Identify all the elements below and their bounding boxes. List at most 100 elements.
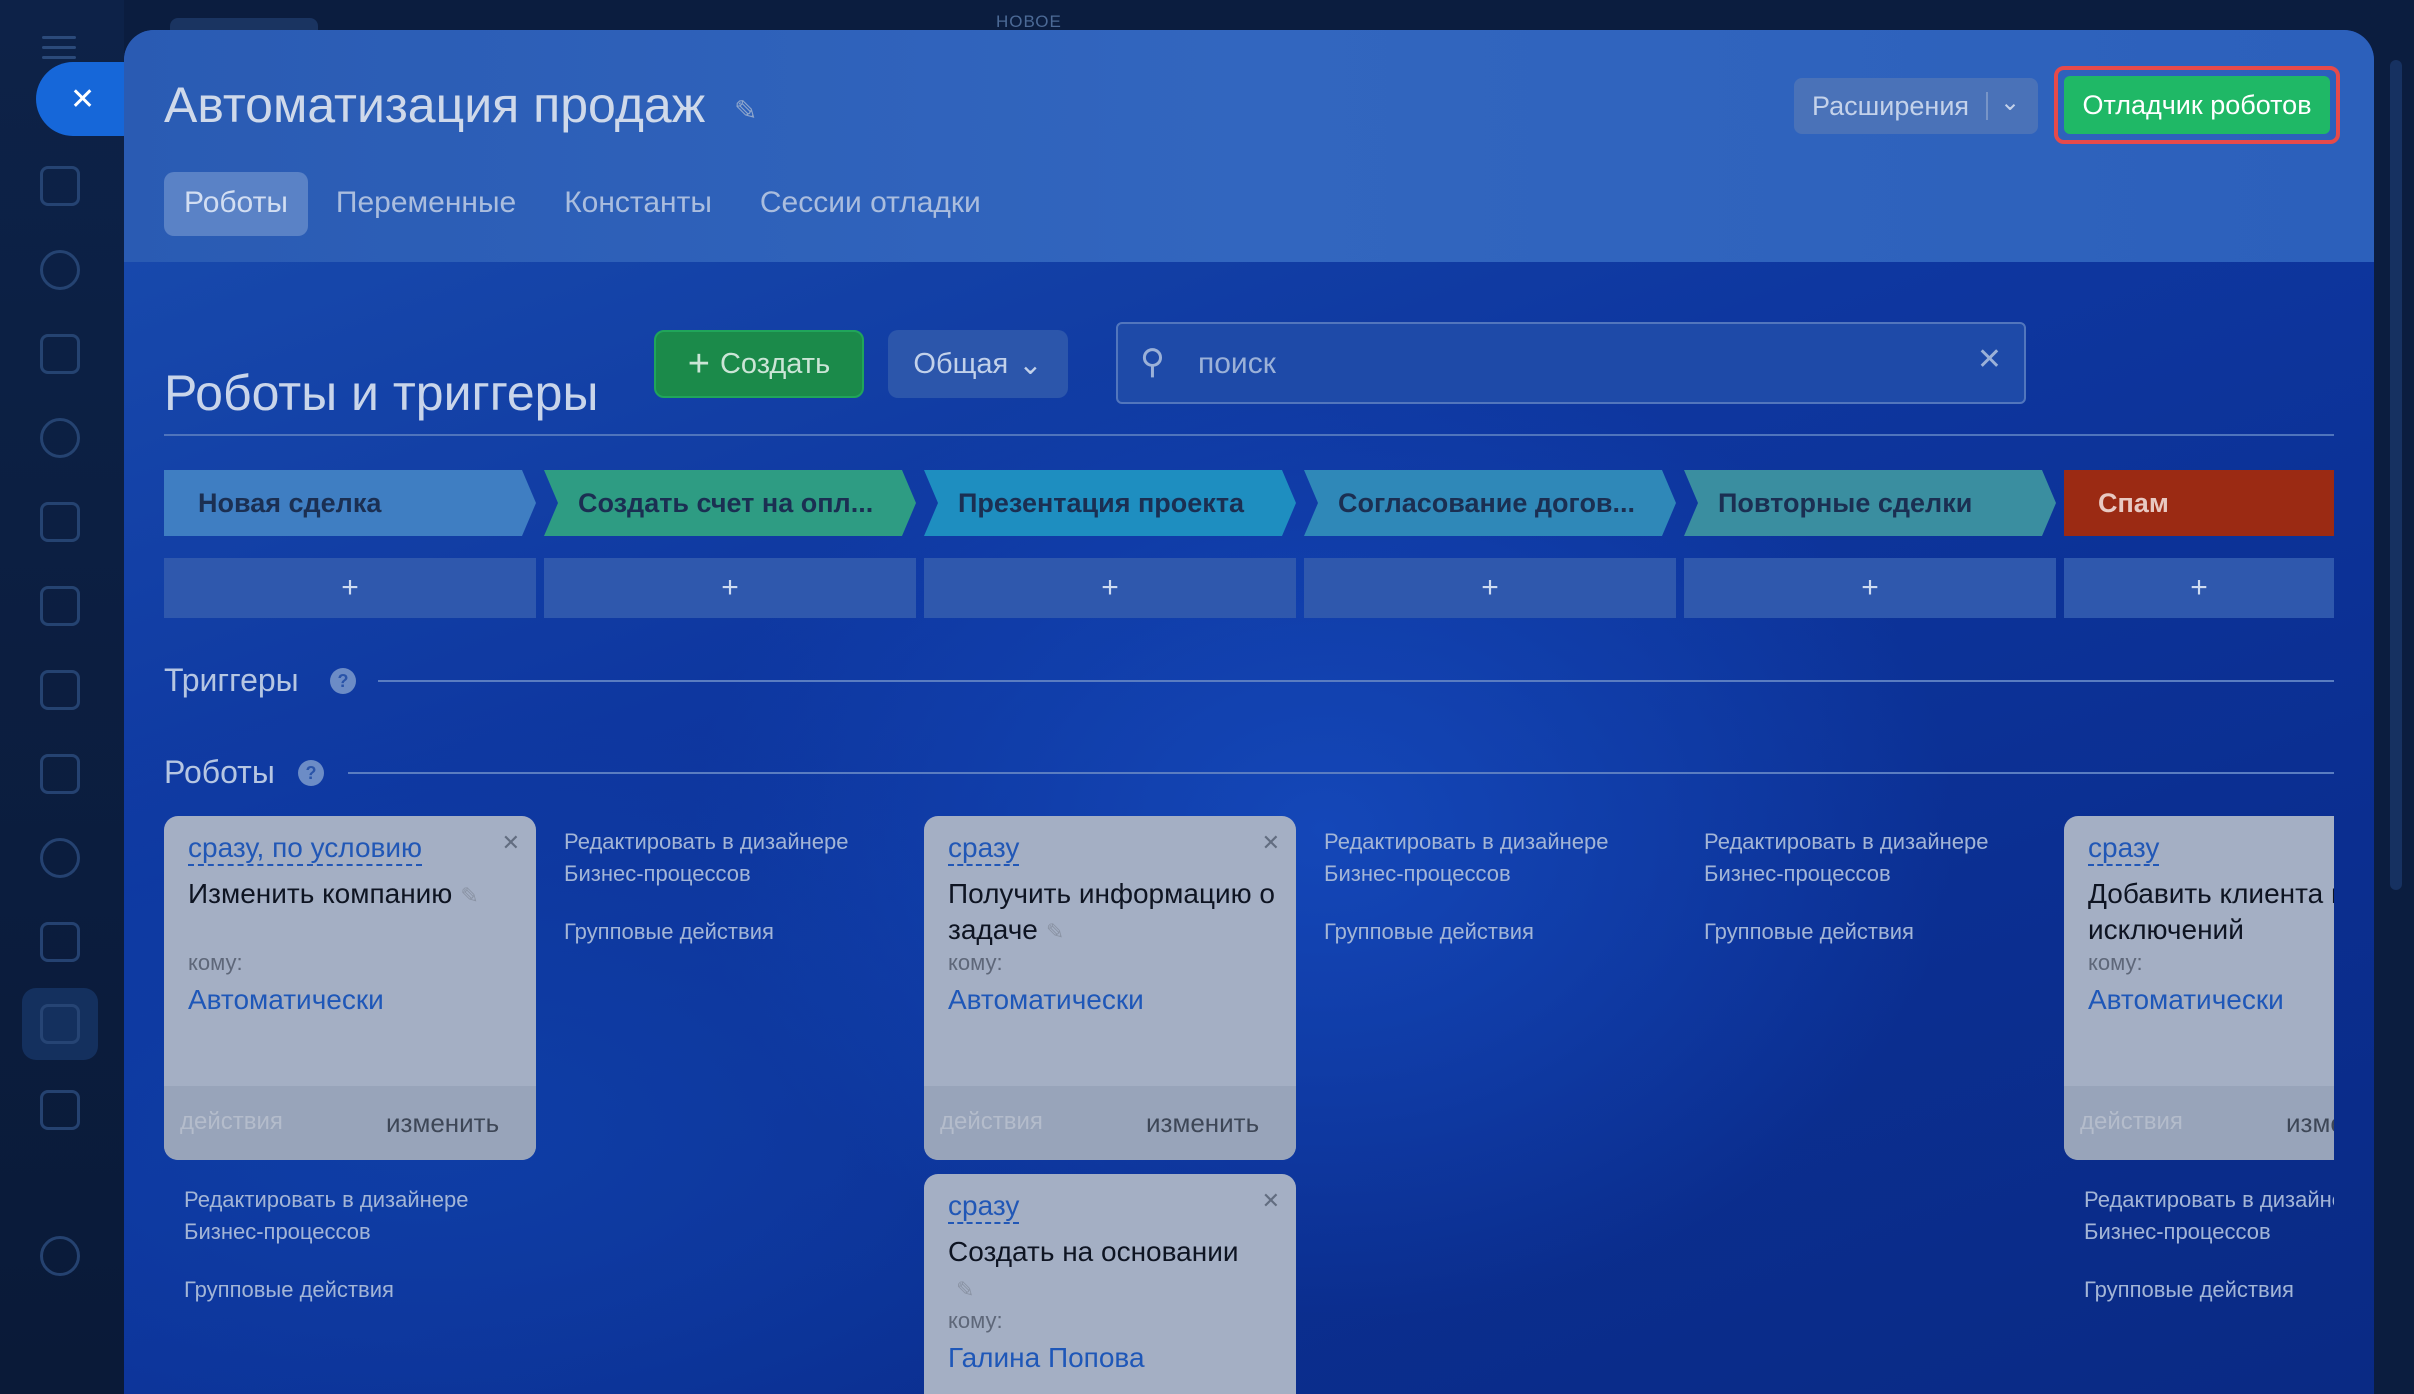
tab-debug-sessions[interactable]: Сессии отладки (740, 172, 1001, 236)
robot-name-text: Создать на основании (948, 1236, 1239, 1267)
group-actions-link[interactable]: Групповые действия (184, 1274, 468, 1306)
card-footer: действия изменить (924, 1086, 1296, 1160)
add-robot-button[interactable]: + (544, 558, 916, 618)
group-actions-link[interactable]: Групповые действия (1704, 916, 1988, 948)
scope-dropdown[interactable]: Общая ⌄ (888, 330, 1068, 398)
edit-designer-link[interactable]: Редактировать в дизайнере (1704, 829, 1988, 854)
stage-row: Новая сделка Создать счет на опл... През… (164, 470, 2334, 536)
group-actions-link[interactable]: Групповые действия (564, 916, 848, 948)
card-footer: действия изменить (164, 1086, 536, 1160)
card-links: Редактировать в дизайнере Бизнес-процесс… (2084, 1184, 2334, 1306)
add-robot-button[interactable]: + (2064, 558, 2334, 618)
assignee-value[interactable]: Автоматически (948, 984, 1144, 1016)
robot-timing-link[interactable]: сразу (948, 832, 1020, 866)
change-link[interactable]: изменить (1146, 1108, 1259, 1139)
tab-robots[interactable]: Роботы (164, 172, 308, 236)
extensions-label: Расширения (1812, 90, 1970, 121)
actions-link[interactable]: действия (940, 1108, 1043, 1136)
sign-icon[interactable] (40, 922, 80, 962)
robot-timing-link[interactable]: сразу (948, 1190, 1020, 1224)
home-icon[interactable] (40, 166, 80, 206)
tab-constants[interactable]: Константы (544, 172, 732, 236)
search-icon: ⚲ (1140, 343, 1165, 381)
close-icon[interactable]: ✕ (1262, 830, 1280, 856)
add-robot-button[interactable]: + (164, 558, 536, 618)
edit-designer-link-line2[interactable]: Бизнес-процессов (184, 1219, 371, 1244)
robot-name-text: Изменить компанию (188, 878, 453, 909)
pin-icon[interactable]: ✎ (734, 94, 764, 126)
pencil-icon[interactable]: ✎ (956, 1277, 974, 1302)
close-icon[interactable]: ✕ (502, 830, 520, 856)
drive-icon[interactable] (40, 670, 80, 710)
assignee-value[interactable]: Автоматически (188, 984, 384, 1016)
pencil-icon[interactable]: ✎ (460, 883, 478, 908)
chevron-down-icon[interactable]: ⌄ (2000, 88, 2020, 117)
calendar-icon[interactable] (40, 502, 80, 542)
edit-designer-link-line2[interactable]: Бизнес-процессов (1704, 861, 1891, 886)
edit-designer-link-line2[interactable]: Бизнес-процессов (564, 861, 751, 886)
scrollbar[interactable] (2390, 60, 2402, 890)
panel-header: Автоматизация продаж ✎ Расширения ⌄ Отла… (124, 30, 2374, 262)
crm-icon[interactable] (40, 1004, 80, 1044)
pencil-icon[interactable]: ✎ (1046, 919, 1064, 944)
tab-bar: Роботы Переменные Константы Сессии отлад… (164, 172, 1009, 236)
assignee-value[interactable]: Автоматически (2088, 984, 2284, 1016)
group-actions-link[interactable]: Групповые действия (2084, 1274, 2334, 1306)
edit-designer-link-line2[interactable]: Бизнес-процессов (1324, 861, 1511, 886)
robot-card[interactable]: сразу Добавить клиента в список исключен… (2064, 816, 2334, 1160)
stage-header[interactable]: Презентация проекта (924, 470, 1296, 536)
menu-icon[interactable] (42, 36, 76, 60)
robot-card[interactable]: сразу ✕ Получить информацию о задаче ✎ ко… (924, 816, 1296, 1160)
extensions-button[interactable]: Расширения ⌄ (1794, 78, 2038, 134)
close-icon[interactable]: ✕ (1262, 1188, 1280, 1214)
edit-designer-link[interactable]: Редактировать в дизайнере (564, 829, 848, 854)
actions-link[interactable]: действия (2080, 1108, 2183, 1136)
robot-name: Добавить клиента в список исключений (2088, 878, 2334, 945)
edit-designer-link[interactable]: Редактировать в дизайнере (184, 1187, 468, 1212)
add-robot-button[interactable]: + (1304, 558, 1676, 618)
robot-timing-link[interactable]: сразу (2088, 832, 2160, 866)
feed-icon[interactable] (40, 334, 80, 374)
card-links: Редактировать в дизайнере Бизнес-процесс… (1324, 826, 1608, 948)
change-link[interactable]: изменить (2286, 1108, 2334, 1139)
section-title: Роботы и триггеры (164, 365, 599, 421)
forms-icon[interactable] (40, 1090, 80, 1130)
add-robot-button[interactable]: + (924, 558, 1296, 618)
create-button[interactable]: + Создать (654, 330, 864, 398)
stage-header[interactable]: Повторные сделки (1684, 470, 2056, 536)
robot-name: Изменить компанию ✎ (188, 876, 518, 914)
stage-header[interactable]: Спам (2064, 470, 2334, 536)
stage-header[interactable]: Новая сделка (164, 470, 536, 536)
tab-variables[interactable]: Переменные (316, 172, 536, 236)
change-link[interactable]: изменить (386, 1108, 499, 1139)
stage-header[interactable]: Согласование догов... (1304, 470, 1676, 536)
help-icon[interactable]: ? (298, 760, 324, 786)
robot-card[interactable]: сразу, по условию ✕ Изменить компанию ✎ к… (164, 816, 536, 1160)
search-box: ⚲ ✕ (1116, 322, 2026, 404)
clear-search-icon[interactable]: ✕ (1977, 342, 2002, 377)
robot-card[interactable]: сразу ✕ Создать на основании ✎ кому: Гали… (924, 1174, 1296, 1394)
edit-designer-link[interactable]: Редактировать в дизайнере (1324, 829, 1608, 854)
chat-icon[interactable] (40, 418, 80, 458)
robot-timing-link[interactable]: сразу, по условию (188, 832, 423, 866)
stage-header[interactable]: Создать счет на опл... (544, 470, 916, 536)
tasks-icon[interactable] (40, 250, 80, 290)
actions-link[interactable]: действия (180, 1108, 283, 1136)
contacts-icon[interactable] (40, 838, 80, 878)
close-icon: ✕ (70, 82, 96, 116)
documents-icon[interactable] (40, 586, 80, 626)
left-sidebar: ✕ (0, 0, 318, 1394)
edit-designer-link[interactable]: Редактировать в дизайнере (2084, 1187, 2334, 1212)
search-input[interactable] (1198, 342, 1958, 386)
assignee-label: кому: (948, 950, 1003, 975)
group-actions-link[interactable]: Групповые действия (1324, 916, 1608, 948)
edit-designer-link-line2[interactable]: Бизнес-процессов (2084, 1219, 2271, 1244)
add-robot-button[interactable]: + (1684, 558, 2056, 618)
settings-icon[interactable] (40, 1236, 80, 1276)
divider (378, 680, 2334, 682)
right-rail (2384, 0, 2414, 1394)
help-icon[interactable]: ? (330, 668, 356, 694)
assignee-value[interactable]: Галина Попова (948, 1342, 1145, 1374)
robots-debugger-button[interactable]: Отладчик роботов (2064, 76, 2330, 134)
mail-icon[interactable] (40, 754, 80, 794)
